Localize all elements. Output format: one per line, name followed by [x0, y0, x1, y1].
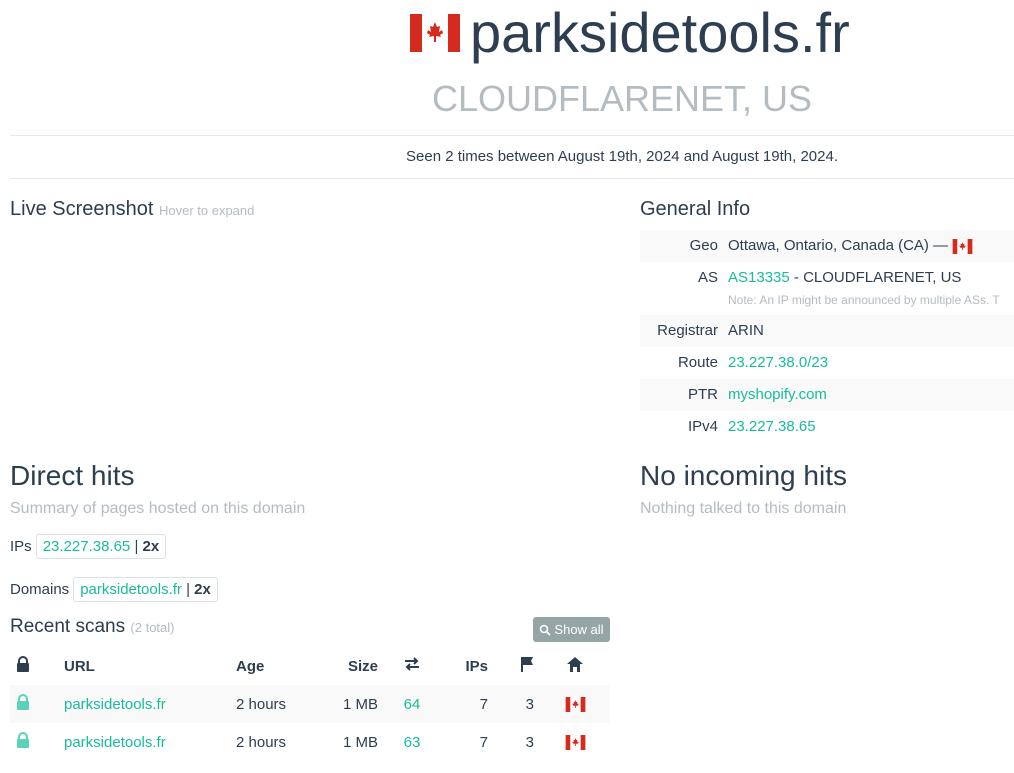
ip-link[interactable]: 23.227.38.65 [43, 538, 131, 555]
flag-cell [540, 685, 610, 723]
ips-column-header[interactable]: IPs [440, 647, 494, 685]
geo-label: Geo [689, 237, 718, 254]
show-all-label: Show all [554, 622, 604, 637]
general-info-table: Geo Ottawa, Ontario, Canada (CA) — AS AS… [640, 230, 1014, 443]
geo-value: Ottawa, Ontario, Canada (CA) — [728, 237, 1014, 255]
flag-cell [540, 723, 610, 761]
hover-hint: Hover to expand [158, 203, 255, 218]
canada-flag-icon [565, 735, 585, 751]
domain-count: 2x [194, 581, 211, 598]
page-header: parksidetools.fr CLOUDFLARENET, US [10, 0, 1014, 136]
scan-countries: 3 [494, 685, 540, 723]
ip-count: 2x [142, 538, 160, 555]
domain-pill: parksidetools.fr | 2x [73, 577, 218, 602]
live-screenshot-title: Live Screenshot [10, 198, 154, 220]
registrar-value: ARIN [728, 322, 764, 339]
countries-column-header [494, 647, 540, 685]
home-icon [567, 656, 583, 672]
geo-text: Ottawa, Ontario, Canada (CA) — [728, 237, 949, 254]
ptr-label: PTR [688, 386, 718, 403]
scan-ips: 7 [440, 685, 494, 723]
incoming-hits-title: No incoming hits [640, 460, 847, 491]
as-row: AS AS13335 - CLOUDFLARENET, US Note: An … [640, 262, 1014, 315]
separator: | [134, 538, 139, 555]
home-column-header [540, 647, 610, 685]
recent-scans-table: URL Age Size IPs parksidetools.fr 2 hour… [10, 647, 610, 761]
domain-link[interactable]: parksidetools.fr [80, 581, 182, 598]
separator: | [186, 581, 190, 598]
ptr-row: PTR myshopify.com [640, 379, 1014, 411]
lock-column-header [10, 647, 58, 685]
ipv4-label: IPv4 [687, 418, 718, 435]
registrar-label: Registrar [657, 322, 718, 339]
table-row[interactable]: parksidetools.fr 2 hours 1 MB 63 7 3 [10, 723, 610, 761]
asn-subtitle: CLOUDFLARENET, US [431, 78, 813, 119]
canada-flag-icon [952, 238, 973, 254]
live-screenshot-heading: Live Screenshot Hover to expand [10, 198, 610, 221]
scan-age: 2 hours [236, 733, 287, 751]
geo-row: Geo Ottawa, Ontario, Canada (CA) — [640, 230, 1014, 262]
scan-ips: 7 [479, 733, 488, 751]
incoming-hits-subtitle: Nothing talked to this domain [640, 500, 847, 517]
general-info-section: General Info [640, 198, 1014, 221]
route-row: Route 23.227.38.0/23 [640, 347, 1014, 379]
recent-scans-total: (2 total) [130, 620, 175, 635]
canada-flag-icon [565, 697, 585, 713]
lock-cell [10, 685, 58, 723]
lock-icon [17, 694, 29, 710]
lock-icon [17, 656, 29, 672]
ipv4-row: IPv4 23.227.38.65 [640, 411, 1014, 443]
as-label: AS [697, 269, 718, 286]
age-column-header[interactable]: Age [230, 647, 320, 685]
scan-countries: 3 [525, 733, 534, 751]
scan-requests-link[interactable]: 63 [404, 734, 421, 751]
scan-url-link[interactable]: parksidetools.fr [64, 734, 166, 751]
as-value: AS13335 - CLOUDFLARENET, US Note: An IP … [728, 269, 1014, 309]
ips-label: IPs [10, 538, 32, 555]
url-column-header[interactable]: URL [58, 647, 230, 685]
recent-scans-heading: Recent scans (2 total) [10, 616, 610, 638]
table-row[interactable]: parksidetools.fr 2 hours 1 MB 64 7 3 [10, 685, 610, 723]
as-name: - CLOUDFLARENET, US [789, 269, 962, 286]
domains-row: Domains parksidetools.fr | 2x [10, 577, 610, 602]
direct-hits-subtitle: Summary of pages hosted on this domain [10, 500, 306, 517]
transfer-icon [405, 657, 419, 671]
as-note: Note: An IP might be announced by multip… [728, 293, 1000, 307]
scan-age: 2 hours [230, 685, 320, 723]
domains-label: Domains [10, 581, 70, 598]
direct-hits-title: Direct hits [10, 460, 135, 491]
search-icon [540, 624, 552, 636]
flag-icon [521, 657, 533, 672]
direct-hits-section: Direct hits Summary of pages hosted on t… [10, 460, 610, 518]
seen-summary: Seen 2 times between August 19th, 2024 a… [10, 136, 1014, 179]
page-title: parksidetools.fr [470, 1, 850, 64]
show-all-button[interactable]: Show all [533, 617, 610, 642]
ptr-link[interactable]: myshopify.com [728, 386, 827, 403]
route-link[interactable]: 23.227.38.0/23 [728, 354, 828, 371]
ip-pill: 23.227.38.65 | 2x [35, 534, 167, 559]
registrar-row: Registrar ARIN [640, 315, 1014, 347]
ipv4-link[interactable]: 23.227.38.65 [728, 418, 816, 435]
live-screenshot-section: Live Screenshot Hover to expand [10, 198, 610, 221]
canada-flag-icon [410, 14, 460, 52]
table-header-row: URL Age Size IPs [10, 647, 610, 685]
as-link[interactable]: AS13335 [728, 269, 790, 286]
scan-url-link[interactable]: parksidetools.fr [64, 696, 166, 713]
lock-icon [17, 732, 29, 748]
route-label: Route [677, 354, 718, 371]
scan-requests-link[interactable]: 64 [404, 696, 421, 713]
recent-scans-title: Recent scans [10, 616, 126, 637]
requests-column-header [384, 647, 440, 685]
incoming-hits-section: No incoming hits Nothing talked to this … [640, 460, 1014, 518]
scan-size: 1 MB [320, 685, 384, 723]
lock-cell [10, 723, 58, 761]
ips-row: IPs 23.227.38.65 | 2x [10, 534, 610, 559]
scan-size: 1 MB [342, 733, 378, 751]
general-info-title: General Info [640, 198, 751, 220]
size-column-header[interactable]: Size [320, 647, 384, 685]
title-row: parksidetools.fr [410, 0, 850, 66]
